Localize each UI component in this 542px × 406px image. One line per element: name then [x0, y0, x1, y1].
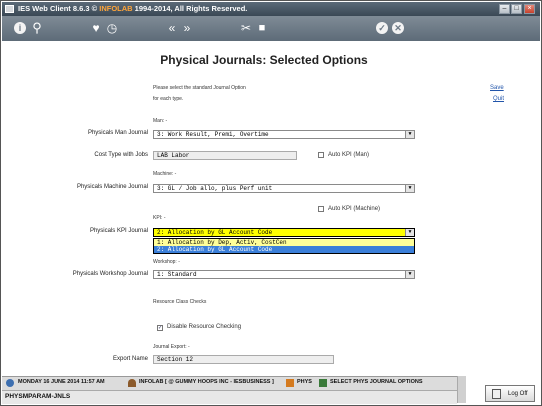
clock-icon[interactable]: ◷	[106, 21, 118, 35]
cancel-icon[interactable]: ✕	[392, 22, 404, 34]
chevron-down-icon[interactable]: ▼	[405, 131, 414, 138]
status-bar: Monday 16 June 2014 11:57 AM Infolab [ @…	[2, 376, 457, 391]
page-title: Physical Journals: Selected Options	[160, 53, 368, 67]
machine-journal-label: Physicals Machine Journal	[76, 184, 148, 190]
export-name-field[interactable]: Section 12	[153, 355, 334, 364]
resource-class-label: Resource Class Checks	[153, 299, 207, 305]
maximize-button[interactable]: □	[511, 4, 522, 14]
disable-resource-checkbox[interactable]: ✓	[157, 325, 163, 331]
disable-resource-label: Disable Resource Checking	[167, 324, 242, 330]
kpi-section-label: KPI: -	[153, 215, 166, 221]
chevron-down-icon[interactable]: ▼	[405, 229, 414, 236]
workshop-journal-label: Physicals Workshop Journal	[72, 271, 148, 277]
intro-text: Please select the standard Journal Optio…	[153, 85, 246, 91]
auto-kpi-man-checkbox[interactable]	[318, 152, 324, 158]
next-icon[interactable]: »	[181, 21, 193, 35]
toolbar: i ⚲ ♥ ◷ « » ✂ ■ ✓ ✕	[2, 16, 540, 41]
user-icon	[128, 379, 136, 387]
export-name-label: Export Name	[112, 356, 148, 362]
checkmark-icon: ✓	[158, 325, 163, 331]
machine-section-label: Machine: -	[153, 171, 177, 177]
ok-icon[interactable]: ✓	[376, 22, 388, 34]
auto-kpi-man-label: Auto KPI (Man)	[328, 152, 370, 158]
cost-type-field[interactable]: LAB Labor	[153, 151, 297, 160]
module-icon	[286, 379, 294, 387]
door-icon	[492, 389, 501, 399]
app-icon	[5, 5, 14, 13]
screen-icon	[319, 379, 327, 387]
previous-icon[interactable]: «	[166, 21, 178, 35]
kpi-option[interactable]: 1: Allocation by Dep, Activ, CostCen	[154, 239, 414, 246]
machine-journal-select[interactable]: 3: GL / Job allo, plus Perf unit ▼	[153, 184, 415, 193]
man-journal-label: Physicals Man Journal	[87, 130, 148, 136]
kpi-journal-select[interactable]: 2: Allocation by GL Account Code ▼	[153, 228, 415, 237]
auto-kpi-machine-checkbox[interactable]	[318, 206, 324, 212]
journal-export-label: Journal Export: -	[153, 344, 190, 350]
calendar-icon	[6, 379, 14, 387]
man-journal-select[interactable]: 3: Work Result, Premi, Overtime ▼	[153, 130, 415, 139]
workshop-section-label: Workshop: -	[153, 259, 180, 265]
cost-type-label: Cost Type with Jobs	[94, 152, 148, 158]
main-content: Physical Journals: Selected Options Plea…	[2, 41, 540, 375]
stop-icon[interactable]: ■	[256, 21, 268, 35]
auto-kpi-machine-label: Auto KPI (Machine)	[328, 206, 381, 212]
kpi-option-selected[interactable]: 2: Allocation by GL Account Code	[154, 246, 414, 253]
search-icon[interactable]: ⚲	[31, 21, 43, 35]
logoff-label: Log Off	[508, 391, 528, 397]
status-scrollbar[interactable]	[457, 376, 466, 403]
status-date: Monday 16 June 2014 11:57 AM	[18, 379, 105, 385]
info-icon[interactable]: i	[14, 22, 26, 34]
man-section-label: Man: -	[153, 118, 168, 124]
title-bar: IES Web Client 8.6.3 © INFOLAB 1994-2014…	[2, 2, 540, 16]
status-module: Phys	[297, 379, 312, 385]
app-window: IES Web Client 8.6.3 © INFOLAB 1994-2014…	[0, 0, 542, 406]
logoff-button[interactable]: Log Off	[485, 385, 535, 402]
window-title: IES Web Client 8.6.3 © INFOLAB 1994-2014…	[18, 4, 248, 13]
status-screen: Select Phys Journal Options	[330, 379, 423, 385]
chevron-down-icon[interactable]: ▼	[405, 185, 414, 192]
program-bar: PHYSMPARAM-JNLS	[2, 390, 457, 404]
close-button[interactable]: ×	[524, 4, 535, 14]
minimize-button[interactable]: –	[499, 4, 510, 14]
chevron-down-icon[interactable]: ▼	[405, 271, 414, 278]
save-link[interactable]: Save	[490, 85, 504, 91]
status-company: Infolab [ @ Gummy Hoops Inc - IESbusines…	[139, 379, 274, 385]
kpi-journal-label: Physicals KPI Journal	[89, 228, 148, 234]
heart-icon[interactable]: ♥	[90, 21, 102, 35]
intro-text-2: for each type.	[153, 96, 184, 102]
tools-icon[interactable]: ✂	[240, 21, 252, 35]
workshop-journal-select[interactable]: 1: Standard ▼	[153, 270, 415, 279]
program-code: PHYSMPARAM-JNLS	[5, 393, 71, 400]
quit-link[interactable]: Quit	[493, 96, 504, 102]
kpi-journal-options: 1: Allocation by Dep, Activ, CostCen 2: …	[153, 238, 415, 254]
